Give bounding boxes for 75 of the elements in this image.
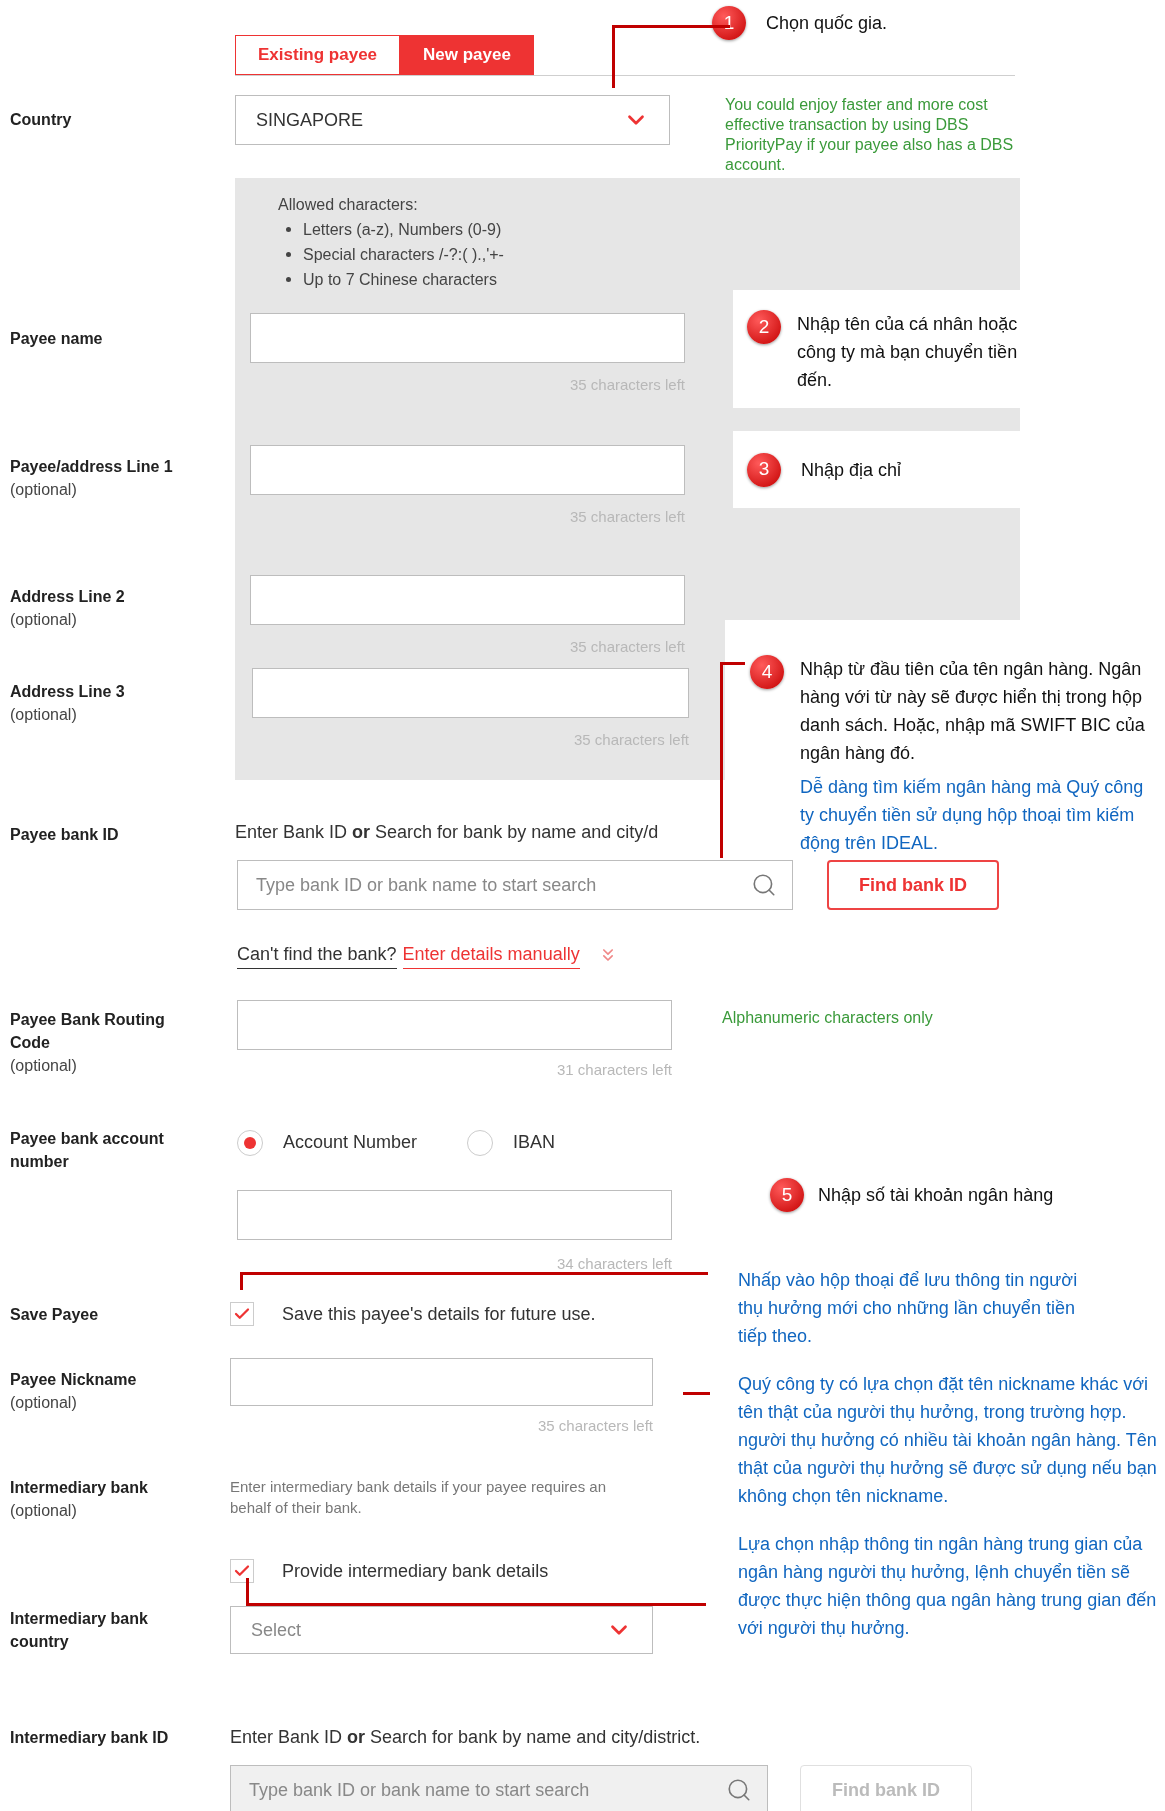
bullet-icon [286, 227, 291, 232]
number-badge: 3 [747, 452, 781, 487]
enter-manually-link[interactable]: Enter details manually [402, 941, 580, 969]
character-counter: 31 characters left [556, 1061, 672, 1078]
input-field[interactable] [237, 1000, 672, 1050]
field-label: Payee bank account number [10, 1129, 165, 1172]
character-counter: 34 characters left [556, 1255, 672, 1272]
allowed-character-rule: Up to 7 Chinese characters [303, 270, 497, 290]
field-label: Payee Bank Routing Code [10, 1010, 166, 1053]
field-hint: (optional) [10, 705, 78, 725]
checkbox[interactable] [230, 1302, 254, 1326]
search-icon [751, 872, 777, 898]
callout-text: Chọn quốc gia. [765, 12, 888, 35]
search-field[interactable]: Type bank ID or bank name to start search [237, 860, 793, 910]
info-note: Alphanumeric characters only [722, 1008, 933, 1028]
field-hint: (optional) [10, 1056, 78, 1076]
help-question: Can't find the bank? [237, 941, 397, 969]
callout-text: Nhập từ đầu tiên của tên ngân hàng. Ngân hàng với từ này sẽ được hiển thị trong hộp danh sách. Hoặc, nhập mã SWIFT BIC của ngân hàng đó. [800, 658, 1145, 765]
callout-text: Nhập số tài khoản ngân hàng [818, 1184, 1054, 1207]
input-field[interactable] [230, 1358, 653, 1406]
radio-label: Account Number [283, 1131, 418, 1154]
field-hint: (optional) [10, 480, 78, 500]
bullet-icon [286, 252, 291, 257]
field-label: Address Line 3 [10, 682, 126, 702]
radio-label: IBAN [513, 1131, 556, 1154]
callout-note: Quý công ty có lựa chọn đặt tên nickname khác với tên thật của người thụ hưởng, trong trường hợp. người thụ hưởng có nhiều tài khoản ngân hàng. Tên thật của người thụ hưởng sẽ được sử dụng nếu bạn không chọn tên nickname. [738, 1373, 1158, 1508]
field-label: Payee/address Line 1 [10, 457, 174, 477]
field-hint: (optional) [10, 610, 78, 630]
input-field[interactable] [250, 313, 685, 363]
callout-note: Lựa chọn nhập thông tin ngân hàng trung gian của ngân hàng người thụ hưởng, lệnh chuyển tiền sẽ được thực hiện thông qua ngân hàng trung gian đến với người thụ hưởng. [738, 1533, 1158, 1640]
instruction-text: Enter Bank ID or Search for bank by name and city/district. [230, 1726, 701, 1749]
radio-button[interactable] [237, 1129, 263, 1156]
allowed-characters-title: Allowed characters: [278, 195, 419, 215]
payee-tab[interactable]: New payee [400, 35, 534, 75]
instruction-text: Enter Bank ID or Search for bank by name and city/d [235, 821, 659, 844]
field-label: Country [10, 111, 72, 128]
allowed-character-rule: Special characters /-?:( ).,'+- [303, 245, 504, 265]
number-badge: 2 [747, 310, 781, 344]
field-label: Save Payee [10, 1304, 100, 1325]
field-label: Payee Nickname [10, 1370, 138, 1390]
input-field[interactable] [237, 1190, 672, 1240]
select-field[interactable]: Select [230, 1606, 653, 1654]
allowed-character-rule: Letters (a-z), Numbers (0-9) [303, 220, 502, 240]
checkbox-label: Save this payee's details for future use. [282, 1302, 596, 1326]
field-label: Payee bank ID [10, 825, 120, 845]
input-field[interactable] [252, 668, 689, 718]
input-field[interactable] [250, 575, 685, 625]
field-label: Intermediary bank country [10, 1609, 149, 1652]
intermediary-bank-text: Enter intermediary bank details if your payee requires an [230, 1477, 607, 1497]
input-field[interactable] [250, 445, 685, 495]
callout-text: Nhập tên của cá nhân hoặc công ty mà bạn chuyển tiền đến. [797, 313, 1019, 392]
field-hint: (optional) [10, 1393, 78, 1413]
payee-tab[interactable]: Existing payee [235, 35, 401, 75]
info-note: You could enjoy faster and more cost effective transaction by using DBS PriorityPay if your payee also has a DBS account. [725, 95, 1015, 175]
field-label: Intermediary bank ID [10, 1728, 170, 1748]
callout-text: Nhập địa chỉ [801, 458, 902, 482]
field-label: Payee name [10, 329, 104, 349]
field-label: Intermediary bank [10, 1478, 149, 1498]
number-badge: 5 [770, 1178, 804, 1212]
field-hint: (optional) [10, 1501, 78, 1521]
bullet-icon [286, 277, 291, 282]
checkbox-label: Provide intermediary bank details [282, 1559, 549, 1583]
number-badge: 4 [750, 655, 784, 689]
checkbox[interactable] [230, 1559, 254, 1583]
callout-note: Dễ dàng tìm kiếm ngân hàng mà Quý công ty chuyển tiền sử dụng hộp thoại tìm kiếm động trên IDEAL. [800, 775, 1145, 855]
callout-note: Nhấp vào hộp thoại để lưu thông tin người thụ hưởng mới cho những lần chuyển tiền tiếp theo. [738, 1269, 1079, 1348]
radio-button[interactable] [467, 1129, 494, 1156]
intermediary-bank-text: behalf of their bank. [230, 1498, 362, 1518]
select-field[interactable]: SINGAPORE [235, 95, 670, 145]
search-icon [726, 1777, 752, 1803]
search-field[interactable]: Type bank ID or bank name to start search [230, 1765, 768, 1811]
character-counter: 35 characters left [537, 1417, 653, 1434]
find-bank-button[interactable]: Find bank ID [827, 860, 999, 910]
field-label: Address Line 2 [10, 587, 126, 607]
leader-line [683, 1392, 710, 1395]
